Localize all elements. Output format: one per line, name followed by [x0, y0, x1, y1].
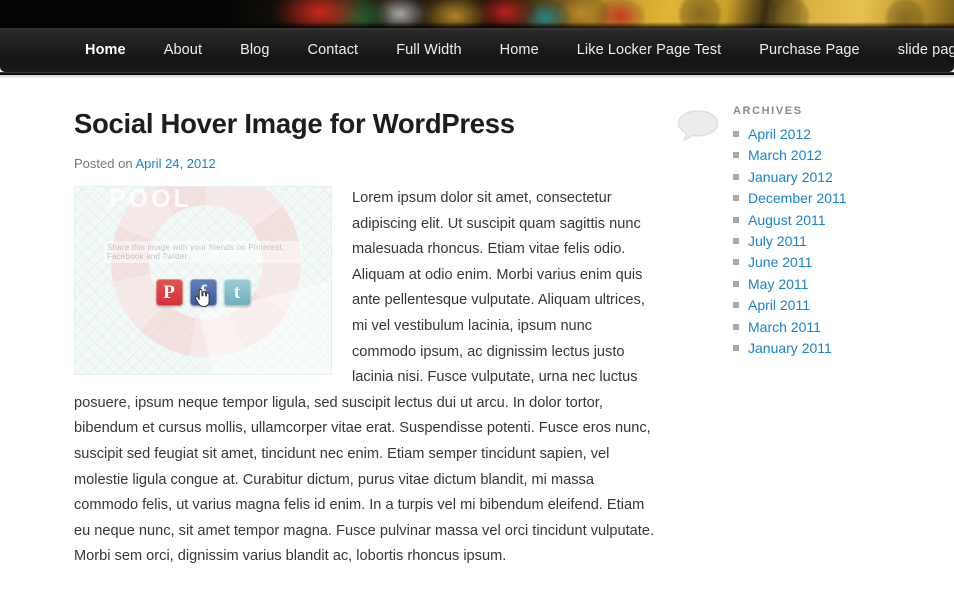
list-item: March 2011	[733, 319, 913, 335]
bullet-icon	[733, 259, 739, 265]
speech-bubble-icon[interactable]	[676, 109, 720, 142]
primary-navigation: HomeAboutBlogContactFull WidthHomeLike L…	[0, 28, 954, 72]
bullet-icon	[733, 131, 739, 137]
page-title: Social Hover Image for WordPress	[74, 100, 654, 141]
archive-link[interactable]: March 2011	[748, 319, 821, 335]
archive-link[interactable]: August 2011	[748, 212, 826, 228]
site-header-image	[0, 0, 954, 28]
archive-link[interactable]: July 2011	[748, 233, 807, 249]
bullet-icon	[733, 152, 739, 158]
archive-link[interactable]: March 2012	[748, 147, 822, 163]
sidebar: Archives April 2012 March 2012 January 201…	[733, 105, 913, 361]
entry-header: Social Hover Image for WordPress Posted …	[74, 100, 654, 186]
archives-list: April 2012 March 2012 January 2012 December…	[733, 126, 913, 356]
archive-link[interactable]: January 2011	[748, 340, 832, 356]
bullet-icon	[733, 174, 739, 180]
bullet-icon	[733, 324, 739, 330]
nav-item-full-width[interactable]: Full Width	[377, 28, 480, 72]
archive-link[interactable]: April 2011	[748, 297, 810, 313]
share-pinterest-icon[interactable]: P	[156, 279, 183, 306]
bullet-icon	[733, 238, 739, 244]
list-item: January 2012	[733, 169, 913, 185]
bullet-icon	[733, 302, 739, 308]
nav-item-slide-page-name[interactable]: slide page name	[879, 28, 954, 72]
archive-link[interactable]: May 2011	[748, 276, 808, 292]
page-body: Social Hover Image for WordPress Posted …	[0, 79, 954, 600]
archive-link[interactable]: June 2011	[748, 254, 812, 270]
archive-link[interactable]: January 2012	[748, 169, 833, 185]
share-prompt-text: Share this image with your friends on Pi…	[104, 241, 302, 263]
entry-meta: Posted on April 24, 2012	[74, 141, 654, 171]
social-hover-overlay: Share this image with your friends on Pi…	[75, 187, 331, 374]
list-item: December 2011	[733, 190, 913, 206]
share-twitter-icon[interactable]: t	[224, 279, 251, 306]
post-featured-image[interactable]: POOL Share this image with your friends …	[74, 186, 332, 375]
bullet-icon	[733, 345, 739, 351]
list-item: January 2011	[733, 340, 913, 356]
list-item: May 2011	[733, 276, 913, 292]
nav-list: HomeAboutBlogContactFull WidthHomeLike L…	[0, 28, 954, 72]
archive-link[interactable]: April 2012	[748, 126, 811, 142]
list-item: April 2011	[733, 297, 913, 313]
bullet-icon	[733, 195, 739, 201]
archive-link[interactable]: December 2011	[748, 190, 847, 206]
list-item: June 2011	[733, 254, 913, 270]
nav-item-blog[interactable]: Blog	[221, 28, 288, 72]
nav-item-home[interactable]: Home	[481, 28, 558, 72]
posted-on-label: Posted on	[74, 156, 133, 171]
nav-item-contact[interactable]: Contact	[289, 28, 378, 72]
post-date-link[interactable]: April 24, 2012	[135, 156, 215, 171]
bullet-icon	[733, 281, 739, 287]
bullet-icon	[733, 217, 739, 223]
list-item: July 2011	[733, 233, 913, 249]
hand-cursor-icon	[194, 288, 210, 308]
list-item: August 2011	[733, 212, 913, 228]
nav-item-purchase-page[interactable]: Purchase Page	[740, 28, 878, 72]
archives-widget-title: Archives	[733, 105, 913, 117]
nav-item-about[interactable]: About	[145, 28, 221, 72]
nav-item-like-locker-page-test[interactable]: Like Locker Page Test	[558, 28, 741, 72]
main-content: Social Hover Image for WordPress Posted …	[74, 100, 654, 570]
nav-item-home[interactable]: Home	[66, 28, 145, 72]
list-item: March 2012	[733, 147, 913, 163]
list-item: April 2012	[733, 126, 913, 142]
